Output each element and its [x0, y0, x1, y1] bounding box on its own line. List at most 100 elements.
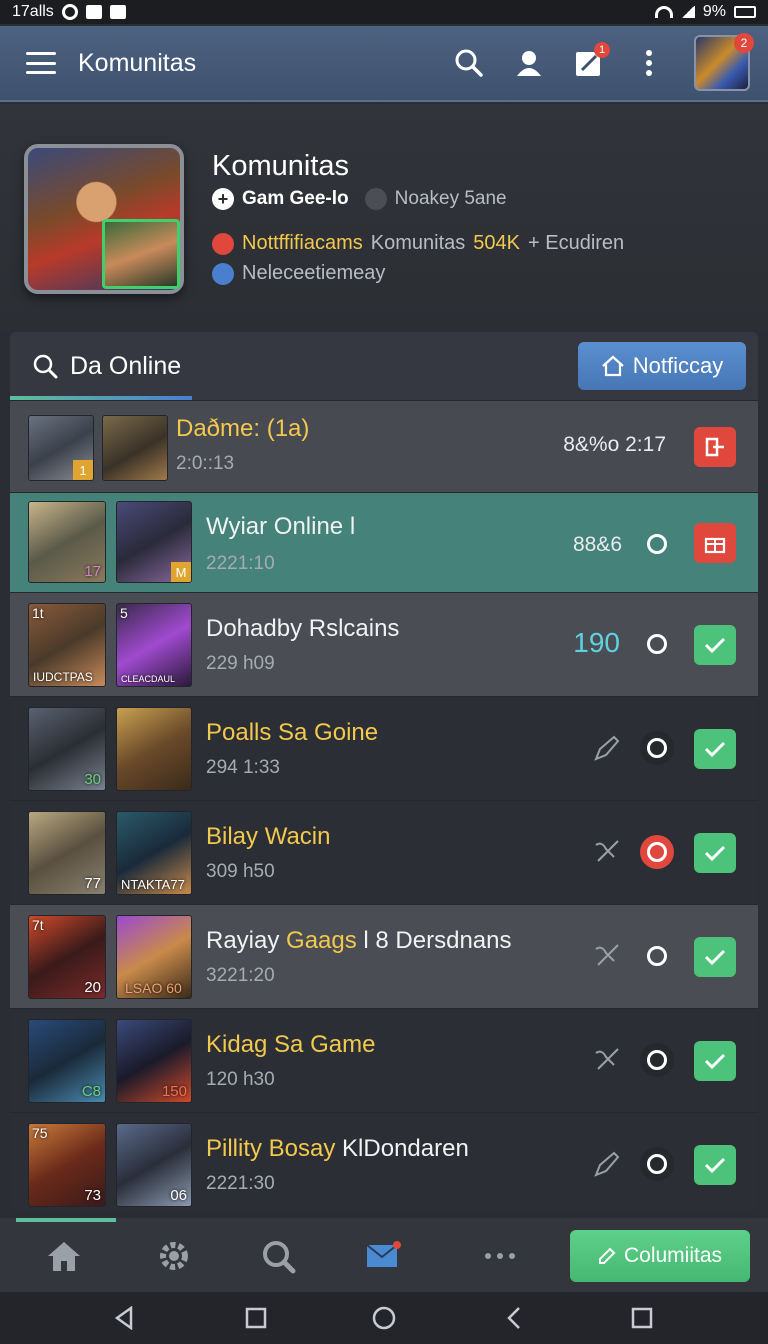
item-time: 3221:20 [206, 965, 275, 986]
list-item[interactable]: 30 Poalls Sa Goine 294 1:33 [10, 696, 758, 800]
game-thumbnail: 1t IUDCTPAS [28, 603, 106, 687]
community-header: Komunitas + Gam Gee-lo Noakey 5ane Nottf… [0, 104, 768, 330]
list-item[interactable]: 17 M Wyiar Online l 2221:10 88&6 [10, 492, 758, 592]
status-toggle[interactable] [640, 1147, 674, 1181]
thumbnail-corner: 1t [32, 605, 44, 621]
home-icon[interactable] [44, 1236, 84, 1276]
community-artwork-inset [102, 219, 180, 289]
thumbnail-caption: CLEACDAUL [121, 674, 176, 684]
check-button[interactable] [694, 833, 736, 873]
status-carrier: 17alls [12, 3, 54, 20]
list-item[interactable]: 1t IUDCTPAS 5 CLEACDAUL Dohadby Rslcains… [10, 592, 758, 696]
check-icon [704, 845, 726, 862]
back-icon[interactable] [112, 1306, 136, 1330]
panel-title: Da Online [70, 351, 182, 380]
stats-extra: + Ecudiren [528, 232, 625, 254]
edit-message-icon[interactable]: 1 [574, 42, 610, 78]
mute-icon[interactable] [592, 941, 622, 971]
status-toggle[interactable] [640, 731, 674, 765]
alert-icon [212, 232, 234, 255]
notify-button[interactable]: Notficcay [578, 342, 746, 390]
item-value: 190 [573, 627, 620, 658]
avatar[interactable]: 2 [694, 33, 754, 91]
status-toggle[interactable] [640, 835, 674, 869]
item-title-part: KlDondaren [335, 1135, 469, 1162]
game-thumbnail: LSAO 60 [116, 915, 192, 999]
panel-header: Da Online Notficcay [10, 332, 758, 400]
thumbnail-corner: 5 [120, 605, 128, 621]
item-title: Poalls Sa Goine [206, 719, 379, 746]
list-item[interactable]: 1 Daðme: (1a) 2:0::13 8&%o 2:17 [10, 400, 758, 492]
more-horiz-icon[interactable] [480, 1236, 520, 1276]
game-thumbnail: 7t 20 [28, 915, 106, 999]
community-button[interactable]: Columiitas [570, 1230, 750, 1282]
recents-icon[interactable] [630, 1306, 654, 1330]
game-thumbnail: 5 CLEACDAUL [116, 603, 192, 687]
status-toggle[interactable] [640, 939, 674, 973]
home-circle-icon[interactable] [372, 1306, 396, 1330]
app-bar: Komunitas 1 2 [0, 26, 768, 102]
thumbnail-caption: LSAO 60 [125, 980, 182, 996]
community-stats: Nottffifiacams Komunitas 504K + Ecudiren [212, 232, 624, 255]
game-thumbnail: NTAKTA77 [116, 811, 192, 895]
status-toggle[interactable] [640, 1043, 674, 1077]
check-button[interactable] [694, 1041, 736, 1081]
exit-button[interactable] [694, 427, 736, 467]
battery-icon [734, 6, 756, 18]
edit-icon [598, 1247, 616, 1264]
description-text: Neleceetiemeay [242, 262, 386, 284]
check-button[interactable] [694, 937, 736, 977]
gear-icon[interactable] [154, 1236, 194, 1276]
game-thumbnail: 75 73 [28, 1123, 106, 1207]
game-thumbnail: C8 [28, 1019, 106, 1103]
search-icon[interactable] [258, 1236, 298, 1276]
thumbnail-number: 06 [170, 1187, 187, 1204]
item-value: 8&%o 2:17 [563, 433, 666, 456]
pen-icon[interactable] [592, 1149, 622, 1179]
game-thumbnail: M [116, 501, 192, 583]
item-time: 309 h50 [206, 861, 275, 882]
item-time: 294 1:33 [206, 757, 280, 778]
list-item[interactable]: C8 150 Kidag Sa Game 120 h30 [10, 1008, 758, 1112]
chevron-left-icon[interactable] [502, 1306, 526, 1330]
app-title: Komunitas [78, 48, 197, 77]
item-title: Rayiay Gaags l 8 Dersdnans [206, 927, 512, 955]
item-title: Pillity Bosay KlDondaren [206, 1135, 469, 1163]
check-icon [704, 741, 726, 758]
list-item[interactable]: 77 NTAKTA77 Bilay Wacin 309 h50 [10, 800, 758, 904]
mute-icon[interactable] [592, 837, 622, 867]
status-toggle[interactable] [640, 527, 674, 561]
item-value: 88&6 [572, 533, 622, 556]
home-icon [602, 355, 624, 377]
gift-icon [704, 537, 726, 554]
mute-icon[interactable] [592, 1045, 622, 1075]
thumbnail-number: 77 [84, 875, 101, 892]
menu-icon[interactable] [26, 52, 56, 74]
item-title: Wyiar Online l [206, 513, 356, 540]
search-icon[interactable] [32, 353, 58, 379]
game-thumbnail: 1 [28, 415, 94, 481]
list-item[interactable]: 75 73 06 Pillity Bosay KlDondaren 2221:3… [10, 1112, 758, 1210]
status-toggle[interactable] [640, 627, 674, 661]
item-title: Dohadby Rslcains [206, 615, 400, 642]
thumbnail-caption: IUDCTPAS [33, 670, 93, 684]
notification-badge: 1 [594, 42, 610, 58]
item-title-highlight: Pillity Bosay [206, 1135, 336, 1162]
list-item[interactable]: 7t 20 LSAO 60 Rayiay Gaags l 8 Dersdnans… [10, 904, 758, 1008]
image-icon [85, 5, 102, 19]
pen-icon[interactable] [592, 733, 622, 763]
check-button[interactable] [694, 625, 736, 665]
check-icon [704, 949, 726, 966]
search-icon[interactable] [454, 48, 484, 78]
more-vert-icon[interactable] [634, 48, 664, 78]
square-icon[interactable] [244, 1306, 268, 1330]
check-button[interactable] [694, 729, 736, 769]
thumbnail-number: 20 [84, 979, 101, 996]
profile-icon[interactable] [514, 48, 544, 78]
member-count: 504K [473, 232, 520, 254]
check-button[interactable] [694, 1145, 736, 1185]
plus-icon[interactable]: + [212, 188, 234, 210]
mail-icon[interactable] [364, 1236, 404, 1276]
thumbnail-corner: 75 [32, 1125, 48, 1141]
gift-button[interactable] [694, 523, 736, 563]
